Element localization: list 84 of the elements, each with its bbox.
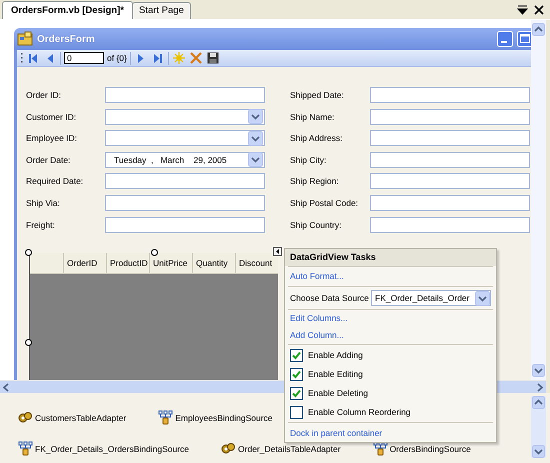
check-icon [292, 388, 301, 398]
dropdown-icon [475, 290, 490, 306]
check-icon [292, 350, 301, 360]
checkbox[interactable] [290, 386, 303, 400]
column-header[interactable]: ProductID [106, 252, 149, 273]
gears-icon [221, 441, 236, 456]
scroll-up-icon [532, 23, 545, 36]
checkbox-label: Enable Editing [308, 369, 363, 379]
checkbox[interactable] [290, 406, 303, 418]
minimize-icon[interactable] [497, 31, 513, 47]
text-field[interactable] [370, 216, 530, 233]
data-grid[interactable]: OrderID ProductID UnitPrice Quantity Discount [29, 252, 278, 380]
task-link[interactable]: Edit Columns... [290, 310, 348, 327]
task-link[interactable]: Auto Format... [290, 268, 344, 285]
tray-component[interactable]: FK_Order_Details_OrdersBindingSource [18, 441, 190, 456]
field-label: Choose Data Source [290, 293, 369, 303]
tray-component[interactable]: CustomersTableAdapter [18, 410, 126, 425]
resize-handle[interactable] [151, 248, 158, 256]
binding-source-icon [18, 441, 33, 456]
close-icon[interactable] [534, 4, 544, 14]
document-tab[interactable]: Start Page [132, 2, 191, 19]
grip-icon [20, 52, 23, 64]
gears-icon [18, 410, 33, 425]
scroll-down-icon [532, 364, 545, 377]
column-header[interactable]: Quantity [192, 252, 235, 273]
vertical-scrollbar[interactable] [531, 20, 546, 380]
field-label: Order Date: [26, 154, 72, 167]
field-label: Required Date: [26, 175, 84, 188]
tray-component[interactable]: EmployeesBindingSource [158, 410, 273, 425]
first-icon[interactable] [26, 51, 40, 65]
dropdown-icon [248, 130, 263, 146]
dropdown-icon [248, 152, 263, 168]
task-link[interactable]: Add Column... [290, 327, 344, 344]
field-label: Ship Country: [290, 218, 342, 232]
text-field[interactable] [105, 194, 265, 211]
data-source-combo[interactable]: FK_Order_Details_Order [371, 290, 491, 306]
field-label: Employee ID: [26, 132, 78, 146]
vertical-scrollbar[interactable] [531, 396, 546, 458]
check-icon [292, 370, 301, 378]
date-picker[interactable]: Tuesday , March 29, 2005 [105, 152, 265, 168]
binding-source-icon [158, 410, 174, 425]
text-field[interactable] [370, 130, 530, 146]
field-label: Order ID: [26, 89, 62, 102]
text-field[interactable] [370, 173, 530, 190]
combo-box[interactable] [105, 108, 265, 125]
field-label: Freight: [26, 218, 56, 232]
record-count: of {0} [107, 53, 127, 63]
field-label: Ship Address: [290, 132, 344, 146]
save-icon[interactable] [206, 51, 220, 65]
text-field[interactable] [370, 87, 530, 103]
dropdown-icon [248, 109, 263, 124]
field-label: Ship City: [290, 154, 328, 167]
field-label: Ship Name: [290, 110, 336, 124]
text-field[interactable] [105, 87, 265, 103]
form-title: OrdersForm [37, 34, 96, 44]
resize-handle[interactable] [25, 248, 32, 256]
checkbox-label: Enable Deleting [308, 388, 368, 398]
text-field[interactable] [370, 108, 530, 125]
text-field[interactable] [105, 216, 265, 233]
field-label: Ship Region: [290, 175, 340, 188]
text-field[interactable] [370, 194, 530, 211]
text-field[interactable] [370, 152, 530, 168]
scroll-down-icon [532, 445, 545, 458]
text-field[interactable] [105, 173, 265, 190]
checkbox[interactable] [290, 368, 303, 380]
checkbox[interactable] [290, 348, 303, 362]
task-link[interactable]: Dock in parent container [290, 424, 382, 442]
column-header[interactable]: OrderID [63, 252, 106, 273]
field-label: Shipped Date: [290, 89, 345, 102]
field-label: Customer ID: [26, 110, 78, 124]
field-label: Ship Postal Code: [290, 196, 360, 210]
combo-box[interactable] [105, 130, 265, 146]
maximize-icon[interactable] [517, 31, 531, 47]
scroll-up-icon [532, 396, 545, 409]
panel-title: DataGridView Tasks [285, 249, 496, 266]
field-label: Ship Via: [26, 196, 61, 210]
checkbox-label: Enable Column Reordering [308, 407, 411, 417]
document-tab[interactable]: OrdersForm.vb [Design]* [2, 1, 133, 19]
tray-component[interactable]: Order_DetailsTableAdapter [221, 441, 341, 456]
position-field[interactable]: 0 [64, 52, 104, 64]
checkbox-label: Enable Adding [308, 350, 363, 360]
dropdown-icon[interactable] [517, 4, 528, 14]
resize-handle[interactable] [25, 338, 32, 346]
smart-tag-icon[interactable] [273, 246, 282, 256]
